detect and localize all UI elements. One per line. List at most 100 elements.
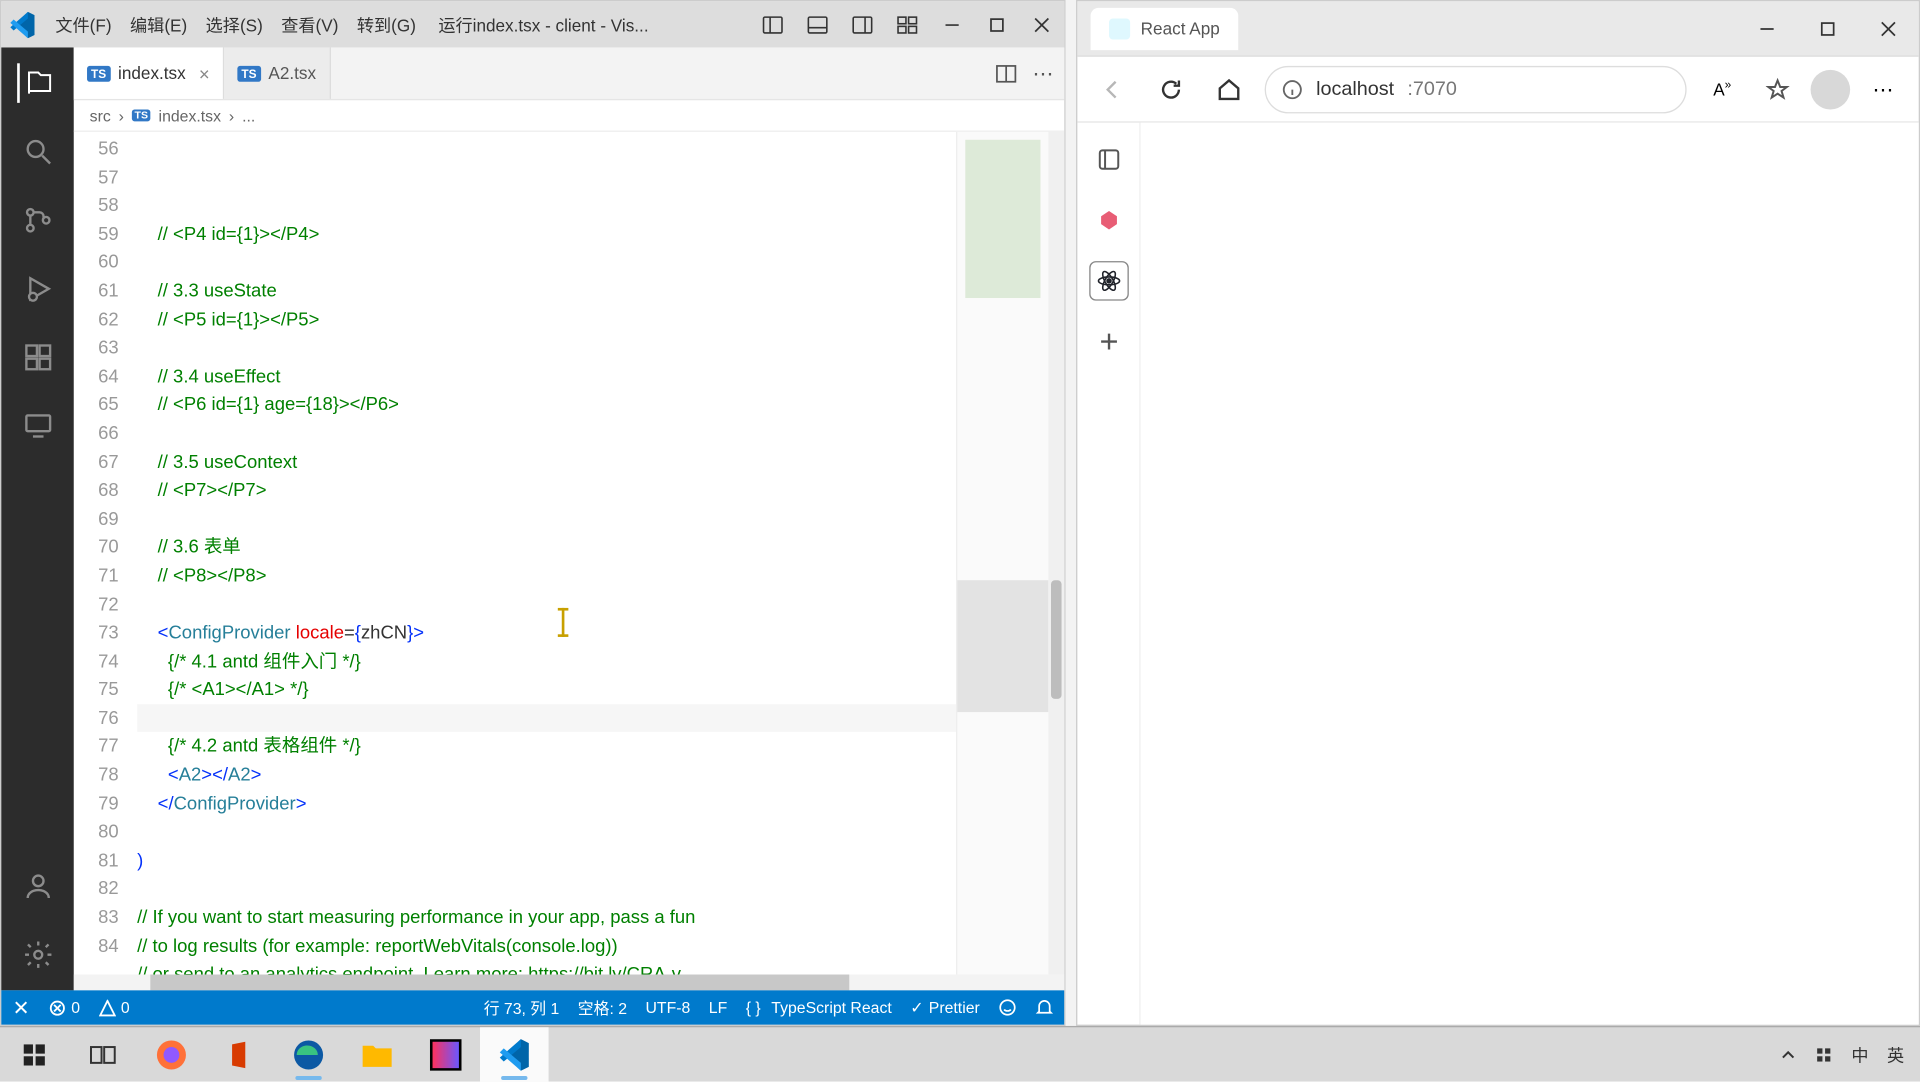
run-debug-icon[interactable]	[18, 269, 58, 309]
window-maximize-icon[interactable]	[975, 1, 1020, 47]
tab-close-icon[interactable]: ×	[199, 63, 210, 84]
editor-area: TS index.tsx × TS A2.tsx ⋯ src ›	[74, 47, 1064, 990]
indentation[interactable]: 空格: 2	[578, 996, 627, 1018]
browser-viewport[interactable]	[1141, 123, 1919, 1025]
tray-chevron-icon[interactable]	[1780, 1046, 1796, 1062]
profile-avatar[interactable]	[1811, 69, 1851, 109]
vertical-scrollbar[interactable]	[1048, 132, 1064, 975]
text-cursor-icon	[562, 608, 565, 637]
prettier-status[interactable]: ✓ Prettier	[910, 998, 980, 1016]
url-port: :7070	[1407, 78, 1457, 100]
taskbar-intellij-icon[interactable]	[411, 1027, 480, 1082]
minimap[interactable]	[956, 132, 1048, 975]
settings-gear-icon[interactable]	[18, 935, 58, 975]
browser-tab[interactable]: React App	[1091, 7, 1239, 49]
menu-edit[interactable]: 编辑(E)	[121, 12, 197, 37]
breadcrumb-folder[interactable]: src	[90, 106, 111, 124]
window-maximize-icon[interactable]	[1797, 1, 1858, 56]
typescript-badge-icon: TS	[237, 65, 260, 81]
collections-icon[interactable]	[1090, 141, 1127, 178]
problems-errors[interactable]: 0	[49, 998, 80, 1016]
source-control-icon[interactable]	[18, 200, 58, 240]
site-info-icon[interactable]	[1282, 78, 1303, 99]
url-host: localhost	[1316, 78, 1394, 100]
editor-tabs: TS index.tsx × TS A2.tsx ⋯	[74, 47, 1064, 100]
minimap-slider[interactable]	[957, 580, 1048, 712]
menu-view[interactable]: 查看(V)	[272, 12, 348, 37]
horizontal-scrollbar[interactable]	[74, 975, 1064, 991]
tab-a2-tsx[interactable]: TS A2.tsx	[224, 47, 330, 98]
line-gutter[interactable]: 5657585960616263646566676869707172737475…	[74, 132, 137, 975]
browser-window: React App localhost :7070 A» ⋯	[1076, 0, 1920, 1026]
cursor-position[interactable]: 行 73, 列 1	[484, 996, 560, 1018]
react-devtools-icon[interactable]	[1090, 262, 1127, 299]
url-bar[interactable]: localhost :7070	[1265, 65, 1687, 112]
more-actions-icon[interactable]: ⋯	[1033, 60, 1054, 86]
feedback-icon[interactable]	[998, 998, 1016, 1016]
layout-customize-icon[interactable]	[885, 1, 930, 47]
problems-warnings[interactable]: 0	[98, 998, 129, 1016]
start-button[interactable]	[0, 1027, 69, 1082]
extensions-icon[interactable]	[18, 338, 58, 378]
browser-toolbar: localhost :7070 A» ⋯	[1077, 57, 1918, 123]
vscode-logo-icon	[9, 11, 35, 37]
ime-indicator-2[interactable]: 英	[1887, 1042, 1904, 1067]
vscode-window: 文件(F) 编辑(E) 选择(S) 查看(V) 转到(G) 运行index.ts…	[0, 0, 1066, 1026]
back-button[interactable]	[1091, 67, 1136, 112]
extension-icon-1[interactable]	[1090, 202, 1127, 239]
remote-indicator[interactable]	[12, 998, 30, 1016]
language-mode[interactable]: { }TypeScript React	[746, 998, 892, 1016]
taskbar-vscode-icon[interactable]	[480, 1027, 549, 1082]
vscode-titlebar[interactable]: 文件(F) 编辑(E) 选择(S) 查看(V) 转到(G) 运行index.ts…	[1, 1, 1064, 47]
breadcrumb-more[interactable]: ...	[242, 106, 255, 124]
menu-icon[interactable]: ⋯	[1861, 67, 1906, 112]
windows-taskbar: 中 英	[0, 1026, 1920, 1081]
menu-file[interactable]: 文件(F)	[46, 12, 121, 37]
window-close-icon[interactable]	[1019, 1, 1064, 47]
window-close-icon[interactable]	[1858, 1, 1919, 56]
taskbar-edge-icon[interactable]	[274, 1027, 343, 1082]
react-favicon-icon	[1109, 18, 1130, 39]
read-aloud-icon[interactable]: A»	[1700, 67, 1745, 112]
search-icon[interactable]	[18, 132, 58, 172]
encoding[interactable]: UTF-8	[646, 998, 691, 1016]
ime-indicator-1[interactable]: 中	[1851, 1042, 1868, 1067]
favorites-icon[interactable]	[1755, 67, 1800, 112]
tab-label: A2.tsx	[268, 63, 316, 83]
home-button[interactable]	[1207, 67, 1252, 112]
window-minimize-icon[interactable]	[1737, 1, 1798, 56]
typescript-badge-icon: TS	[132, 109, 151, 121]
menu-select[interactable]: 选择(S)	[196, 12, 272, 37]
remote-explorer-icon[interactable]	[18, 406, 58, 446]
chevron-right-icon: ›	[229, 106, 234, 124]
explorer-icon[interactable]	[16, 63, 56, 103]
typescript-badge-icon: TS	[87, 65, 110, 81]
taskbar-firefox-icon[interactable]	[137, 1027, 206, 1082]
breadcrumb[interactable]: src › TS index.tsx › ...	[74, 100, 1064, 132]
vscode-menu: 文件(F) 编辑(E) 选择(S) 查看(V) 转到(G)	[46, 12, 425, 37]
menu-goto[interactable]: 转到(G)	[348, 12, 426, 37]
code-editor[interactable]: // <P4 id={1}></P4> // 3.3 useState // <…	[137, 132, 956, 975]
layout-panel-bottom-icon[interactable]	[795, 1, 840, 47]
tray-app-icon[interactable]	[1814, 1045, 1832, 1063]
activity-bar	[1, 47, 74, 990]
account-icon[interactable]	[18, 866, 58, 906]
refresh-button[interactable]	[1149, 67, 1194, 112]
add-sidebar-icon[interactable]	[1090, 323, 1127, 360]
breadcrumb-file[interactable]: index.tsx	[159, 106, 221, 124]
layout-panel-left-icon[interactable]	[750, 1, 795, 47]
split-editor-icon[interactable]	[996, 63, 1017, 84]
eol[interactable]: LF	[709, 998, 727, 1016]
status-bar: 0 0 行 73, 列 1 空格: 2 UTF-8 LF { }TypeScri…	[1, 990, 1064, 1024]
tab-index-tsx[interactable]: TS index.tsx ×	[74, 47, 224, 98]
scrollbar-thumb[interactable]	[150, 975, 849, 991]
notifications-icon[interactable]	[1035, 998, 1053, 1016]
layout-panel-right-icon[interactable]	[840, 1, 885, 47]
taskbar-office-icon[interactable]	[206, 1027, 275, 1082]
browser-titlebar[interactable]: React App	[1077, 1, 1918, 56]
window-minimize-icon[interactable]	[930, 1, 975, 47]
window-title: 运行index.tsx - client - Vis...	[438, 12, 648, 37]
taskbar-explorer-icon[interactable]	[343, 1027, 412, 1082]
scrollbar-thumb[interactable]	[1051, 580, 1062, 699]
task-view-icon[interactable]	[69, 1027, 138, 1082]
